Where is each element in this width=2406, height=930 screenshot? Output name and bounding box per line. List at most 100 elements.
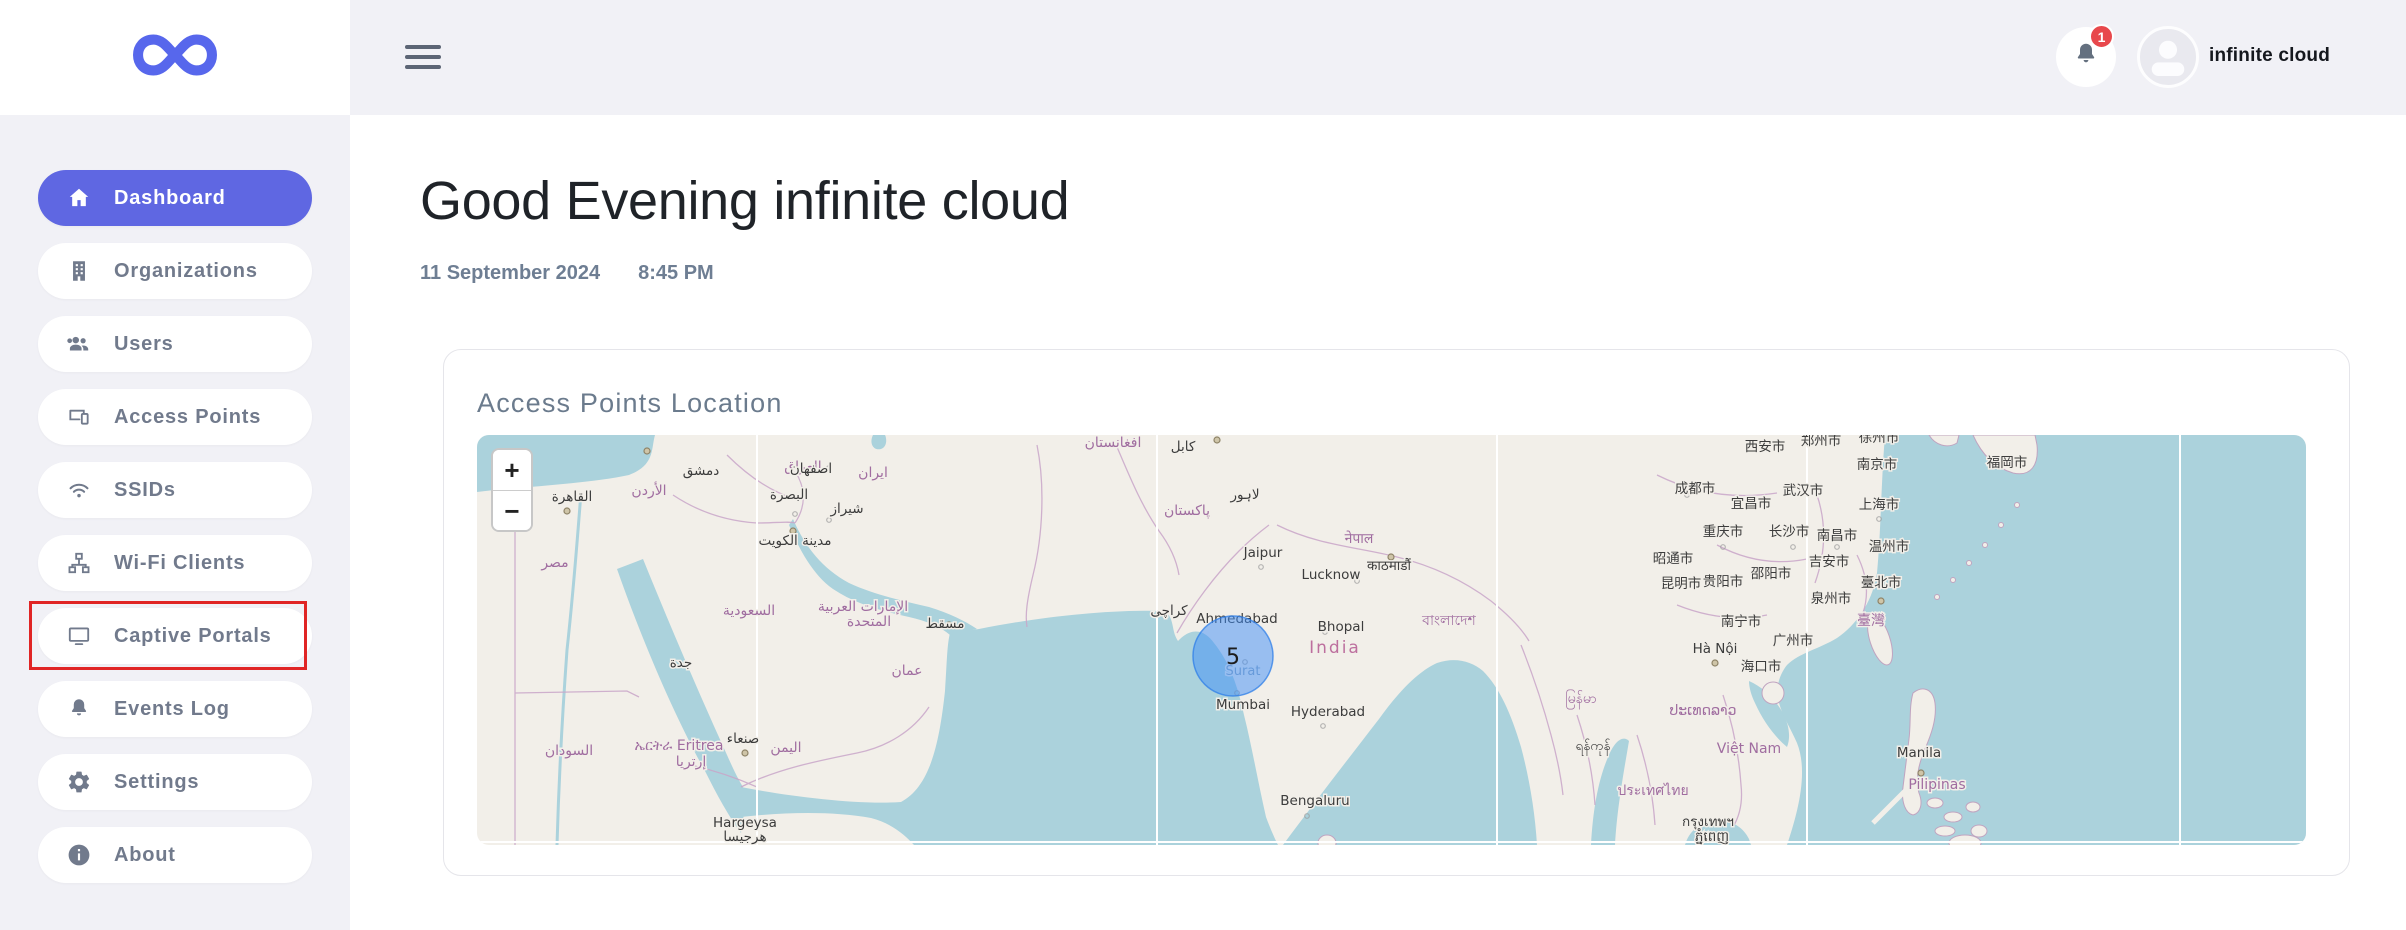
map-label: جدة <box>670 655 693 671</box>
sidebar-item-wi-fi-clients[interactable]: Wi-Fi Clients <box>38 535 312 591</box>
map-label: كابل <box>1171 439 1196 455</box>
zoom-out-button[interactable]: − <box>493 491 531 531</box>
map-label: 海口市 <box>1741 658 1782 675</box>
map-label: काठमाडौं <box>1367 557 1412 574</box>
map-label: 西安市 <box>1745 438 1786 455</box>
map-label: السودان <box>545 743 593 759</box>
map-label: 南宁市 <box>1721 613 1762 630</box>
time-label: 8:45 PM <box>638 262 714 285</box>
map-label: ประเทศไทย <box>1617 782 1688 799</box>
sidebar-item-label: Organizations <box>114 260 258 283</box>
wifi-icon <box>66 477 92 503</box>
topbar: 1 infinite cloud <box>350 0 2406 115</box>
sidebar-item-about[interactable]: About <box>38 827 312 883</box>
map-label: السعودية <box>723 603 775 619</box>
map-label: 广州市 <box>1773 632 1814 649</box>
map-label: Việt Nam <box>1717 741 1781 757</box>
map-label: هرجيسا <box>723 829 766 845</box>
date-row: 11 September 2024 8:45 PM <box>420 262 2406 285</box>
map-label: ປະເທດລາວ <box>1670 703 1737 719</box>
map-label: Manila <box>1897 745 1941 761</box>
map-label: مدينة الكويت <box>759 533 832 549</box>
map-label: پاکستان <box>1164 503 1210 519</box>
sidebar-nav: Dashboard Organizations Users Access Points… <box>0 115 350 930</box>
infinity-icon <box>132 33 218 82</box>
hamburger-icon[interactable] <box>405 41 443 73</box>
access-points-location-card: Access Points Location <box>443 349 2350 876</box>
bell-icon <box>66 696 92 722</box>
map-label: اليمن <box>770 740 801 756</box>
map-cluster-marker[interactable]: 5 <box>1193 616 1273 696</box>
map-label: ភ្នំពេញ <box>1695 828 1729 845</box>
sidebar-item-label: Captive Portals <box>114 625 272 648</box>
map-label: 宜昌市 <box>1731 495 1772 512</box>
map-water <box>477 435 2306 845</box>
map-label: ရန်ကုန် <box>1576 738 1611 756</box>
map-label: مسقط <box>926 616 965 632</box>
map-label: 贵阳市 <box>1703 573 1744 590</box>
sidebar-item-access-points[interactable]: Access Points <box>38 389 312 445</box>
home-icon <box>66 185 92 211</box>
zoom-in-button[interactable]: + <box>493 450 531 490</box>
devices-icon <box>66 404 92 430</box>
user-name[interactable]: infinite cloud <box>2209 45 2394 67</box>
map-label: 长沙市 <box>1769 523 1810 540</box>
map-label: नेपाल <box>1345 530 1374 547</box>
avatar[interactable] <box>2137 26 2199 88</box>
map-label: صنعاء <box>727 731 760 747</box>
sidebar-item-dashboard[interactable]: Dashboard <box>38 170 312 226</box>
map-label: India <box>1309 638 1361 658</box>
map-label: مصر <box>540 555 568 571</box>
map-label: 南昌市 <box>1817 527 1858 544</box>
map-label: 臺北市 <box>1861 574 1902 591</box>
network-icon <box>66 550 92 576</box>
map-label: Lucknow <box>1302 567 1361 583</box>
map-label: ايران <box>858 465 888 481</box>
map-label: 昭通市 <box>1653 550 1694 567</box>
map-label: 温州市 <box>1869 538 1910 555</box>
map-label: الإمارات العربية <box>818 599 908 615</box>
notifications-button[interactable]: 1 <box>2056 27 2116 87</box>
card-title: Access Points Location <box>477 388 2316 419</box>
map-label: 上海市 <box>1859 496 1900 513</box>
sidebar-item-label: About <box>114 844 176 867</box>
map-label: افغانستان <box>1085 435 1142 451</box>
app-logo[interactable] <box>0 0 350 115</box>
map-label: المتحدة <box>847 614 891 630</box>
building-icon <box>66 258 92 284</box>
access-points-map[interactable]: دمشقالعراقالقاهرةالأردناصفهانايرانالبصرة… <box>477 435 2306 845</box>
map-label: عمان <box>892 663 923 679</box>
notification-badge: 1 <box>2089 24 2114 49</box>
map-label: لاہور <box>1229 487 1259 503</box>
map-label: 福岡市 <box>1987 454 2028 471</box>
sidebar-item-users[interactable]: Users <box>38 316 312 372</box>
map-label: القاهرة <box>552 489 592 505</box>
map-label: 成都市 <box>1675 480 1716 497</box>
sidebar-item-organizations[interactable]: Organizations <box>38 243 312 299</box>
map-label: Pilipinas <box>1908 777 1965 793</box>
map-label: 泉州市 <box>1811 590 1852 607</box>
map-label: Bengaluru <box>1280 793 1349 809</box>
map-zoom-control: + − <box>491 448 533 532</box>
sidebar-item-label: Events Log <box>114 698 230 721</box>
map-label: Mumbai <box>1216 697 1270 713</box>
sidebar-item-ssids[interactable]: SSIDs <box>38 462 312 518</box>
map-label: إرتريا <box>676 754 707 770</box>
map-label: 邵阳市 <box>1751 565 1792 582</box>
map-label: 臺灣 <box>1857 613 1885 629</box>
map-label: 郑州市 <box>1801 435 1842 449</box>
map-label: البصرة <box>770 487 808 503</box>
sidebar-item-captive-portals[interactable]: Captive Portals <box>38 608 312 664</box>
info-icon <box>66 842 92 868</box>
sidebar-item-label: Dashboard <box>114 187 226 210</box>
sidebar-item-label: Wi-Fi Clients <box>114 552 245 575</box>
map-label: Jaipur <box>1243 545 1283 561</box>
map-label: کراچی <box>1150 603 1188 619</box>
users-icon <box>66 331 92 357</box>
sidebar-item-label: Access Points <box>114 406 261 429</box>
sidebar-item-events-log[interactable]: Events Log <box>38 681 312 737</box>
monitor-icon <box>66 623 92 649</box>
map-label: اصفهان <box>790 461 832 477</box>
sidebar-item-settings[interactable]: Settings <box>38 754 312 810</box>
marker-count: 5 <box>1226 645 1240 670</box>
